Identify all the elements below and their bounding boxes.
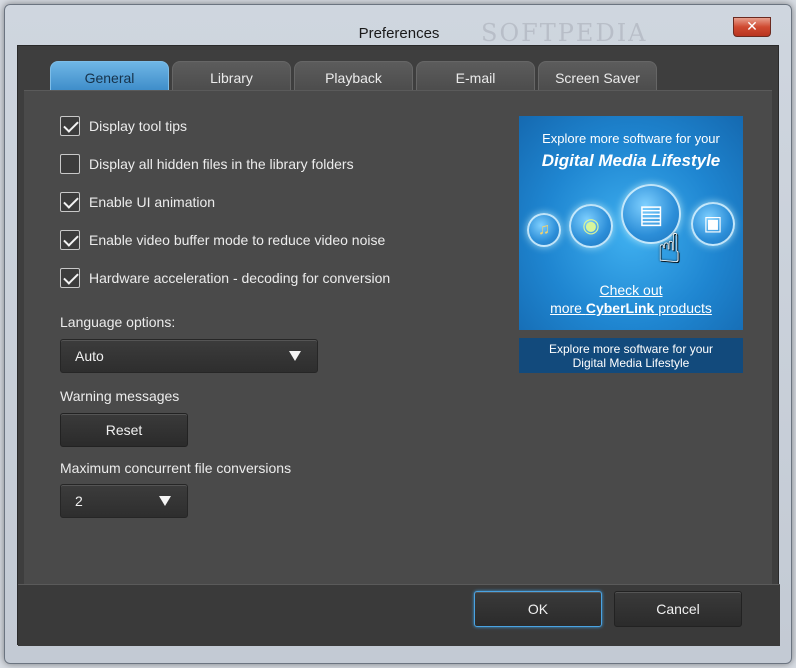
tab-playback[interactable]: Playback	[294, 61, 413, 91]
checkbox[interactable]	[60, 192, 80, 212]
option-hardware-acceleration[interactable]: Hardware acceleration - decoding for con…	[60, 268, 390, 288]
tab-screen-saver[interactable]: Screen Saver	[538, 61, 657, 91]
concurrent-conversions-label: Maximum concurrent file conversions	[60, 460, 292, 476]
ad-caption[interactable]: Explore more software for your Digital M…	[519, 338, 743, 373]
window-title: Preferences	[358, 25, 440, 42]
pointer-hand-icon: ☝	[657, 227, 682, 271]
film-icon: ▣	[691, 202, 735, 246]
checkbox[interactable]	[60, 230, 80, 250]
checkbox[interactable]	[60, 268, 80, 288]
close-icon: ✕	[746, 19, 758, 35]
ad-headline: Explore more software for your	[542, 131, 720, 146]
warning-messages-label: Warning messages	[60, 388, 180, 404]
preferences-client: General Library Playback E-mail Screen S…	[17, 45, 780, 646]
cancel-button[interactable]: Cancel	[614, 591, 742, 627]
concurrent-conversions-dropdown[interactable]: 2	[60, 484, 188, 518]
ad-link[interactable]: Check out	[519, 282, 743, 298]
tab-email[interactable]: E-mail	[416, 61, 535, 91]
reset-button[interactable]: Reset	[60, 413, 188, 447]
checkbox[interactable]	[60, 154, 80, 174]
tab-bar: General Library Playback E-mail Screen S…	[50, 61, 657, 91]
checkbox-label: Display tool tips	[89, 118, 188, 134]
camera-icon: ◉	[569, 204, 613, 248]
tab-general[interactable]: General	[50, 61, 169, 91]
ad-link-text: more	[550, 300, 586, 316]
checkbox-label: Hardware acceleration - decoding for con…	[89, 270, 391, 286]
ok-button[interactable]: OK	[474, 591, 602, 627]
checkbox[interactable]	[60, 116, 80, 136]
option-display-hidden-files[interactable]: Display all hidden files in the library …	[60, 154, 354, 174]
language-dropdown[interactable]: Auto	[60, 339, 318, 373]
ad-headline-bold: Digital Media Lifestyle	[541, 151, 721, 170]
close-button[interactable]: ✕	[733, 17, 771, 37]
ad-link[interactable]: more CyberLink products	[519, 300, 743, 316]
chevron-down-icon	[289, 351, 301, 361]
ad-caption-line: Digital Media Lifestyle	[572, 356, 690, 370]
ad-link-text: products	[654, 300, 712, 316]
ad-caption-line: Explore more software for your	[548, 342, 714, 356]
window-frame: SOFTPEDIA SOFTPEDIA www.softpedia.com Pr…	[4, 4, 792, 664]
language-options-label: Language options:	[60, 314, 176, 330]
checkbox-label: Display all hidden files in the library …	[89, 156, 354, 172]
option-display-tool-tips[interactable]: Display tool tips	[60, 116, 187, 136]
checkbox-label: Enable video buffer mode to reduce video…	[89, 232, 386, 248]
ad-brand: CyberLink	[585, 300, 655, 316]
dropdown-value: Auto	[75, 348, 104, 364]
chevron-down-icon	[159, 496, 171, 506]
general-panel: Display tool tips Display all hidden fil…	[24, 90, 772, 584]
cyberlink-ad-banner[interactable]: Explore more software for your Digital M…	[519, 116, 743, 330]
dropdown-value: 2	[75, 493, 83, 509]
checkbox-label: Enable UI animation	[89, 194, 216, 210]
dialog-footer: OK Cancel	[18, 584, 780, 646]
option-enable-ui-animation[interactable]: Enable UI animation	[60, 192, 215, 212]
music-icon: ♫	[527, 213, 561, 247]
tab-library[interactable]: Library	[172, 61, 291, 91]
option-video-buffer-mode[interactable]: Enable video buffer mode to reduce video…	[60, 230, 385, 250]
